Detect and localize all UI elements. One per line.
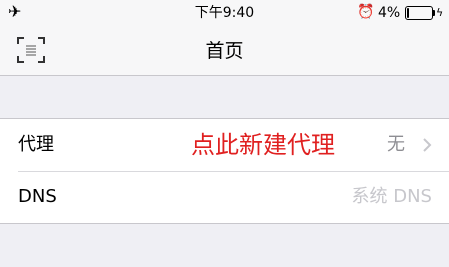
dns-label: DNS (18, 186, 57, 207)
proxy-row[interactable]: 代理 点此新建代理 无 (0, 119, 449, 171)
status-bar: ✈ 下午9:40 ⏰ 4% ϟ (0, 0, 449, 26)
navigation-bar: 首页 (0, 26, 449, 76)
page-title: 首页 (205, 40, 244, 62)
chevron-right-icon (423, 138, 432, 152)
dns-value: 系统 DNS (351, 186, 432, 207)
battery-fill (407, 8, 409, 18)
settings-list: 代理 点此新建代理 无 DNS 系统 DNS (0, 118, 449, 224)
battery-cap (433, 10, 435, 16)
alarm-icon: ⏰ (357, 4, 375, 20)
charging-icon: ϟ (436, 6, 444, 19)
battery-icon (405, 6, 433, 20)
create-proxy-hint: 点此新建代理 (191, 131, 335, 159)
proxy-label: 代理 (18, 134, 54, 155)
proxy-value: 无 (387, 134, 405, 155)
battery-percent: 4% (378, 5, 401, 21)
dns-row[interactable]: DNS 系统 DNS (0, 171, 449, 223)
